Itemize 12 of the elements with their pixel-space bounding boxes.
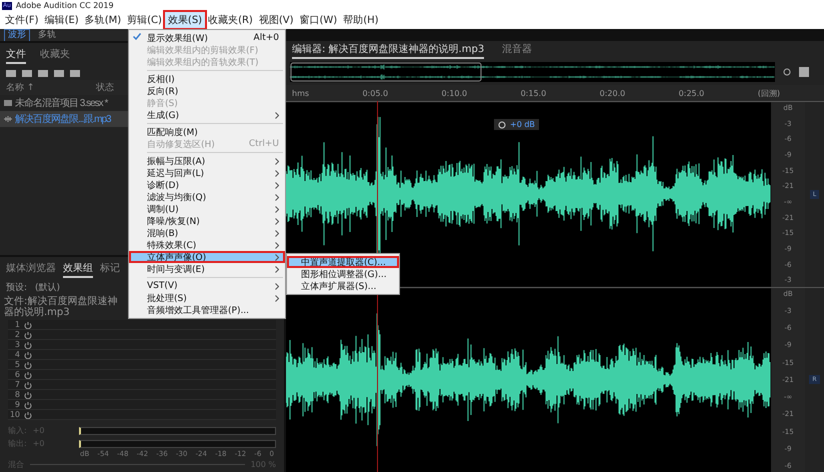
time-label: 0:20.0 (600, 88, 626, 98)
preset-label: 预设: (6, 282, 28, 294)
time-label: (回溯) (758, 88, 780, 98)
time-label: 0:25.0 (678, 88, 704, 98)
time-label: 0:05.0 (362, 88, 388, 98)
shortcut-label: Alt+0 (254, 33, 279, 43)
file-name: 文件:解决百度网盘限速神器的说明.mp3 (4, 296, 118, 318)
shortcut-label: Ctrl+U (248, 139, 279, 149)
window-title: Adobe Audition CC 2019 (16, 1, 114, 10)
time-label: 0:10.0 (442, 88, 468, 98)
time-label: 0:15.0 (520, 88, 546, 98)
time-label: hms (292, 88, 310, 98)
